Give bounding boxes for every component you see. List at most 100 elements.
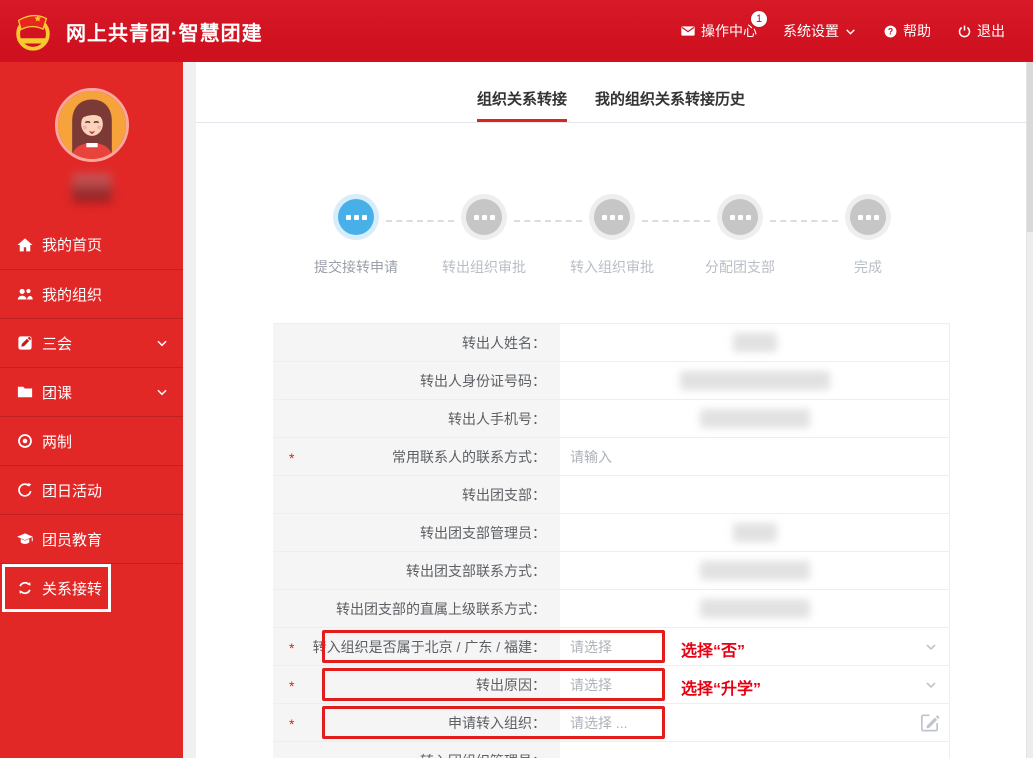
field-label: 转出团支部： [462,486,546,503]
main-content: 组织关系转接 我的组织关系转接历史 提交接转申请 转出组织审批 转入组织审批 分配… [196,62,1026,758]
step-label: 提交接转申请 [314,259,398,275]
edit-icon[interactable] [918,711,941,734]
field-label: 申请转入组织： [448,714,546,731]
transfer-icon [16,579,34,597]
field-label-cell: * 转出团支部管理员： [273,514,560,551]
field-label-cell: * 转出人身份证号码： [273,362,560,399]
help-icon [883,24,898,39]
scrollbar-thumb[interactable] [1027,62,1033,232]
field-value-cell [560,552,950,589]
sidebar-item-label: 关系接转 [42,580,103,598]
annotation-text: 选择“升学” [681,681,762,698]
chevron-down-icon [844,25,857,38]
field-label-cell: * 转出原因： [273,666,560,703]
sidebar-item-liangzhi[interactable]: 两制 [0,416,183,465]
sidebar-item-label: 团员教育 [42,531,103,549]
sidebar-item-transfer[interactable]: 关系接转 [0,563,183,612]
field-value-cell [560,742,950,758]
sidebar-item-sanhui[interactable]: 三会 [0,318,183,367]
sidebar: 我的首页 我的组织 三会 团课 两制 团日活动 团员教育 关系接转 [0,62,183,758]
step: 完成 [770,195,932,277]
field-value-cell: 请选择 ... [560,704,950,741]
field-value-cell [560,476,950,513]
logout-link[interactable]: 退出 [957,21,1005,41]
field-label-cell: * 转出人姓名： [273,324,560,361]
users-icon [16,285,34,303]
field-label: 转出人手机号： [448,410,546,427]
field-label-cell: * 转出团支部： [273,476,560,513]
redacted-value [732,333,777,352]
league-emblem-logo [10,8,56,54]
app-title: 网上共青团·智慧团建 [66,22,263,45]
field-value-cell [560,514,950,551]
required-asterisk: * [289,716,295,732]
tab-transfer[interactable]: 组织关系转接 [476,88,567,122]
sidebar-item-label: 团日活动 [42,482,103,500]
user-avatar[interactable] [54,88,129,162]
system-settings-menu[interactable]: 系统设置 [783,21,857,41]
step-indicator [722,199,758,235]
form-row: * 转出原因： 请选择 选择“升学” [273,666,950,704]
progress-stepper: 提交接转申请 转出组织审批 转入组织审批 分配团支部 完成 [292,195,932,277]
form-row: * 转出团支部管理员： [273,514,950,552]
form-row: * 转出团支部： [273,476,950,514]
form-row: * 转出团支部联系方式： [273,552,950,590]
field-label-cell: * 转出人手机号： [273,400,560,437]
redacted-value [699,561,810,580]
chevron-down-icon[interactable] [923,677,939,693]
field-label-cell: * 常用联系人的联系方式： [273,438,560,475]
sidebar-gutter [183,62,196,758]
step-label: 转入组织审批 [570,259,654,275]
field-label: 转出人姓名： [462,334,546,351]
redacted-value [732,523,777,542]
education-icon [16,530,34,548]
step-label: 分配团支部 [705,259,775,275]
target-icon [16,432,34,450]
field-value-cell [560,400,950,437]
form-row: * 转入组织是否属于北京 / 广东 / 福建： 请选择 选择“否” [273,628,950,666]
form-row: * 转出人手机号： [273,400,950,438]
field-label: 转出原因： [476,676,546,693]
tab-label: 我的组织关系转接历史 [595,91,746,108]
scrollbar[interactable] [1026,62,1033,758]
field-placeholder[interactable]: 请选择 [560,675,612,695]
step-indicator [594,199,630,235]
field-placeholder[interactable]: 请选择 [560,637,612,657]
field-value-cell: 请输入 [560,438,950,475]
field-value-cell: 请选择 [560,628,950,665]
sidebar-item-activities[interactable]: 团日活动 [0,465,183,514]
side-menu: 我的首页 我的组织 三会 团课 两制 团日活动 团员教育 关系接转 [0,220,183,612]
sidebar-item-tuanke[interactable]: 团课 [0,367,183,416]
avatar-illustration [58,91,126,159]
redacted-user-name [71,174,112,202]
step-indicator [338,199,374,235]
field-label: 转入团组织管理员： [273,751,560,758]
field-label: 转出团支部的直属上级联系方式： [336,600,546,617]
chevron-down-icon[interactable] [923,639,939,655]
header-actions: 操作中心 1 系统设置 帮助 退出 [680,11,1033,41]
form-row: * 转出团支部的直属上级联系方式： [273,590,950,628]
tab-history[interactable]: 我的组织关系转接历史 [595,88,745,122]
sidebar-item-home[interactable]: 我的首页 [0,220,183,269]
form-row: * 常用联系人的联系方式： 请输入 [273,438,950,476]
sidebar-item-label: 三会 [42,335,73,353]
operation-center-link[interactable]: 操作中心 1 [680,11,767,41]
field-label-cell: * 转入团组织管理员： [273,742,560,758]
required-asterisk: * [289,640,295,656]
sidebar-item-organization[interactable]: 我的组织 [0,269,183,318]
home-icon [16,236,34,254]
field-label-cell: * 转出团支部的直属上级联系方式： [273,590,560,627]
step: 分配团支部 [642,195,804,277]
step-label: 完成 [854,259,882,275]
help-link[interactable]: 帮助 [883,21,931,41]
field-label: 转出团支部联系方式： [406,562,546,579]
chevron-down-icon [155,385,169,399]
step-indicator [850,199,886,235]
field-placeholder[interactable]: 请输入 [560,447,612,467]
redacted-value [679,371,830,390]
annotation-text: 选择“否” [681,643,746,660]
chevron-down-icon [155,336,169,350]
field-placeholder[interactable]: 请选择 ... [560,713,628,733]
sidebar-item-education[interactable]: 团员教育 [0,514,183,563]
required-asterisk: * [289,450,295,466]
